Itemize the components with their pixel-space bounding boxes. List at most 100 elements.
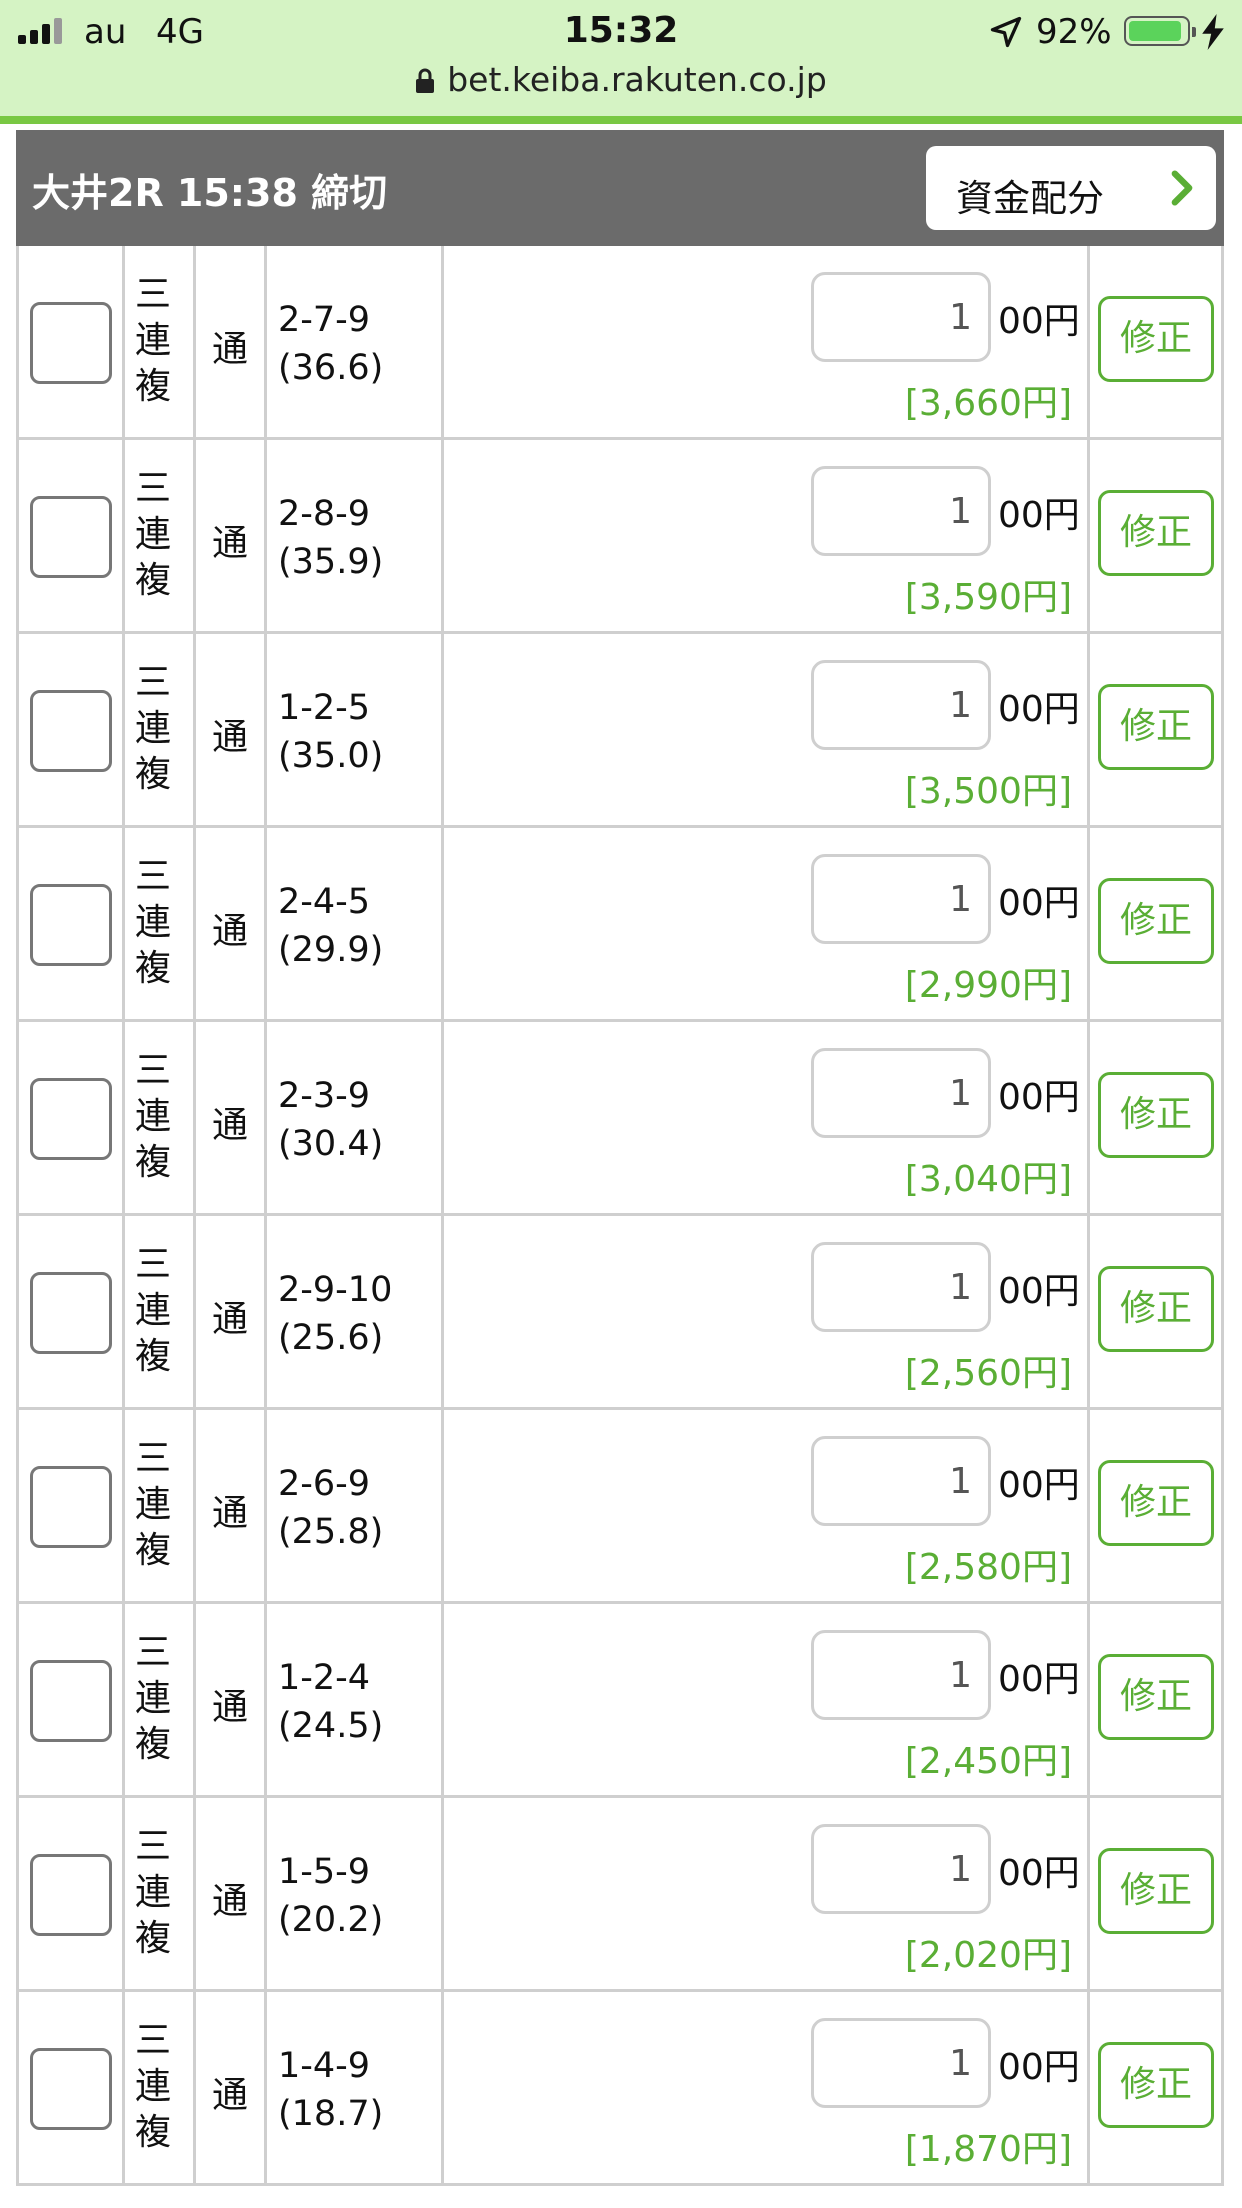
bet-combination: 2-6-9 (25.8) bbox=[278, 1460, 383, 1556]
column-divider bbox=[441, 634, 444, 825]
address-bar[interactable]: bet.keiba.rakuten.co.jp bbox=[0, 60, 1242, 99]
column-divider bbox=[193, 1992, 196, 2183]
bet-select-checkbox[interactable] bbox=[30, 1854, 112, 1936]
column-divider bbox=[1221, 1022, 1224, 1213]
edit-button[interactable]: 修正 bbox=[1098, 296, 1214, 382]
bet-method-label: 通 bbox=[212, 1299, 249, 1340]
column-divider bbox=[16, 828, 19, 1019]
column-divider bbox=[1087, 1604, 1090, 1795]
edit-button[interactable]: 修正 bbox=[1098, 1072, 1214, 1158]
bet-units-input[interactable] bbox=[811, 1824, 991, 1914]
bet-units-input[interactable] bbox=[811, 466, 991, 556]
column-divider bbox=[122, 1992, 125, 2183]
battery-icon bbox=[1124, 16, 1196, 46]
column-divider bbox=[16, 440, 19, 631]
bet-combination: 2-3-9 (30.4) bbox=[278, 1072, 383, 1168]
bet-list: 三連複通2-7-9(36.6)00円[3,660円]修正三連複通2-8-9(35… bbox=[16, 246, 1224, 2186]
column-divider bbox=[122, 1216, 125, 1407]
bet-units-input[interactable] bbox=[811, 1436, 991, 1526]
payout-amount: [2,990円] bbox=[904, 965, 1072, 1006]
column-divider bbox=[1087, 1410, 1090, 1601]
column-divider bbox=[16, 1410, 19, 1601]
column-divider bbox=[1087, 828, 1090, 1019]
column-divider bbox=[1221, 246, 1224, 437]
column-divider bbox=[16, 634, 19, 825]
edit-button[interactable]: 修正 bbox=[1098, 1654, 1214, 1740]
bet-units-input[interactable] bbox=[811, 1048, 991, 1138]
bet-select-checkbox[interactable] bbox=[30, 1272, 112, 1354]
column-divider bbox=[441, 1992, 444, 2183]
battery-level-fill bbox=[1129, 21, 1181, 41]
bet-units-input[interactable] bbox=[811, 854, 991, 944]
column-divider bbox=[122, 440, 125, 631]
bet-units-input[interactable] bbox=[811, 1242, 991, 1332]
column-divider bbox=[1087, 1992, 1090, 2183]
bet-select-checkbox[interactable] bbox=[30, 2048, 112, 2130]
column-divider bbox=[193, 246, 196, 437]
payout-amount: [3,660円] bbox=[904, 383, 1072, 424]
bet-units-input[interactable] bbox=[811, 2018, 991, 2108]
bet-method-label: 通 bbox=[212, 329, 249, 370]
status-bar: au 4G 15:32 92% bbox=[0, 0, 1242, 62]
bet-combination: 2-9-10 (25.6) bbox=[278, 1266, 392, 1362]
bet-select-checkbox[interactable] bbox=[30, 496, 112, 578]
edit-button[interactable]: 修正 bbox=[1098, 1266, 1214, 1352]
horse-numbers: 1-5-9 bbox=[278, 1852, 371, 1892]
bet-row: 三連複 通 2-6-9 (25.8) 00円 [2,580円] 修正 bbox=[16, 1410, 1224, 1604]
column-divider bbox=[1221, 440, 1224, 631]
bet-type-label: 三連複 bbox=[134, 662, 171, 795]
column-divider bbox=[16, 1992, 19, 2183]
column-divider bbox=[16, 1022, 19, 1213]
edit-button[interactable]: 修正 bbox=[1098, 1460, 1214, 1546]
bet-units-input[interactable] bbox=[811, 660, 991, 750]
column-divider bbox=[1087, 246, 1090, 437]
bet-method-label: 通 bbox=[212, 717, 249, 758]
bet-row: 三連複 通 2-9-10 (25.6) 00円 [2,560円] 修正 bbox=[16, 1216, 1224, 1410]
column-divider bbox=[193, 440, 196, 631]
column-divider bbox=[193, 828, 196, 1019]
charging-bolt-icon bbox=[1202, 14, 1224, 50]
edit-button[interactable]: 修正 bbox=[1098, 878, 1214, 964]
fund-allocation-button[interactable]: 資金配分 bbox=[926, 146, 1216, 230]
bet-type-label: 三連複 bbox=[134, 2020, 171, 2153]
unit-suffix-label: 00円 bbox=[998, 1077, 1080, 1118]
column-divider bbox=[441, 1410, 444, 1601]
column-divider bbox=[193, 1604, 196, 1795]
bet-units-input[interactable] bbox=[811, 1630, 991, 1720]
bet-method-label: 通 bbox=[212, 523, 249, 564]
bet-type-label: 三連複 bbox=[134, 1826, 171, 1959]
column-divider bbox=[441, 828, 444, 1019]
column-divider bbox=[1087, 1022, 1090, 1213]
payout-amount: [2,560円] bbox=[904, 1353, 1072, 1394]
column-divider bbox=[1087, 1216, 1090, 1407]
bet-select-checkbox[interactable] bbox=[30, 302, 112, 384]
column-divider bbox=[441, 1022, 444, 1213]
edit-button[interactable]: 修正 bbox=[1098, 490, 1214, 576]
bet-type-label: 三連複 bbox=[134, 1244, 171, 1377]
bet-select-checkbox[interactable] bbox=[30, 884, 112, 966]
bet-select-checkbox[interactable] bbox=[30, 690, 112, 772]
odds-value: (25.6) bbox=[278, 1318, 384, 1358]
column-divider bbox=[264, 1022, 267, 1213]
unit-suffix-label: 00円 bbox=[998, 883, 1080, 924]
unit-suffix-label: 00円 bbox=[998, 2047, 1080, 2088]
odds-value: (35.0) bbox=[278, 736, 384, 776]
edit-button[interactable]: 修正 bbox=[1098, 1848, 1214, 1934]
column-divider bbox=[16, 246, 19, 437]
horse-numbers: 1-4-9 bbox=[278, 2046, 371, 2086]
bet-row: 三連複 通 1-2-5 (35.0) 00円 [3,500円] 修正 bbox=[16, 634, 1224, 828]
unit-suffix-label: 00円 bbox=[998, 301, 1080, 342]
bet-select-checkbox[interactable] bbox=[30, 1078, 112, 1160]
bet-row: 三連複 通 1-5-9 (20.2) 00円 [2,020円] 修正 bbox=[16, 1798, 1224, 1992]
column-divider bbox=[16, 1604, 19, 1795]
column-divider bbox=[264, 1410, 267, 1601]
bet-units-input[interactable] bbox=[811, 272, 991, 362]
edit-button[interactable]: 修正 bbox=[1098, 2042, 1214, 2128]
edit-button[interactable]: 修正 bbox=[1098, 684, 1214, 770]
payout-amount: [3,590円] bbox=[904, 577, 1072, 618]
payout-amount: [3,040円] bbox=[904, 1159, 1072, 1200]
column-divider bbox=[264, 1992, 267, 2183]
bet-select-checkbox[interactable] bbox=[30, 1466, 112, 1548]
battery-percent: 92% bbox=[1036, 12, 1112, 52]
bet-select-checkbox[interactable] bbox=[30, 1660, 112, 1742]
